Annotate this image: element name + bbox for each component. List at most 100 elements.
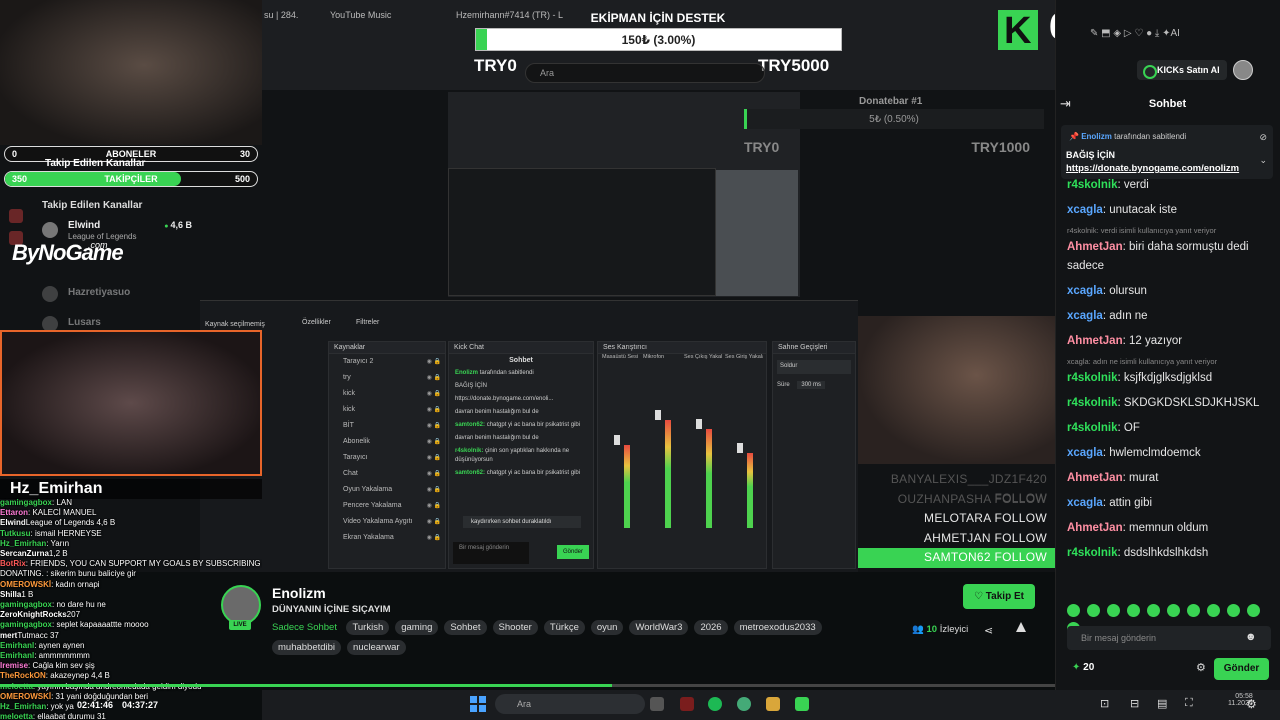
obs-source-item[interactable]: try [329, 370, 445, 386]
spotify-icon[interactable] [708, 697, 722, 711]
emote-icon[interactable] [1087, 604, 1100, 617]
chat-message[interactable]: r4skolnik: OF [1067, 419, 1272, 438]
streamer-name[interactable]: Enolizm [272, 585, 326, 601]
pinned-link[interactable]: https://donate.bynogame.com/enolizm [1066, 163, 1239, 174]
follow-button[interactable]: ♡ Takip Et [963, 584, 1035, 609]
chat-message[interactable]: xcagla: unutacak iste [1067, 201, 1272, 220]
chat-input[interactable]: Bir mesaj gönderin [1067, 626, 1271, 650]
streamer-avatar[interactable] [221, 585, 261, 625]
theater-mode-icon[interactable]: ⊡ [1100, 697, 1109, 710]
obs-mixer-slider[interactable] [737, 443, 743, 453]
obs-source-item[interactable]: Video Yakalama Aygıtı [329, 514, 445, 530]
emote-icon[interactable] [1067, 604, 1080, 617]
obs-chat-send-button[interactable]: Gönder [557, 545, 589, 559]
chat-username[interactable]: xcagla [1067, 310, 1103, 322]
emote-icon[interactable] [1107, 604, 1120, 617]
chat-username[interactable]: r4skolnik [1067, 422, 1118, 434]
emote-icon[interactable] [1187, 604, 1200, 617]
send-button[interactable]: Gönder [1214, 658, 1269, 680]
obs-source-item[interactable]: Pencere Yakalama [329, 498, 445, 514]
stream-tag[interactable]: oyun [590, 620, 624, 636]
chat-username[interactable]: r4skolnik [1067, 179, 1118, 191]
obs-duration-value[interactable]: 300 ms [797, 381, 826, 389]
obs-filters-button[interactable]: Filtreler [356, 319, 379, 326]
profile-icon[interactable]: ● [1146, 28, 1155, 39]
obs-source-item[interactable]: Chat [329, 466, 445, 482]
chat-username[interactable]: xcagla [1067, 285, 1103, 297]
obs-chat-input[interactable]: Bir mesaj gönderin [453, 542, 529, 564]
pip-icon[interactable]: ▤ [1157, 697, 1167, 710]
obs-source-item[interactable]: BİT [329, 418, 445, 434]
taskbar-search-input[interactable]: Ara [495, 694, 645, 714]
emote-icon[interactable] [1207, 604, 1220, 617]
fullscreen-icon[interactable]: ⛶ [1185, 697, 1193, 710]
stream-tag[interactable]: metroexodus2033 [733, 620, 822, 636]
obs-source-item[interactable]: kick [329, 402, 445, 418]
chat-username[interactable]: AhmetJan [1067, 522, 1123, 534]
category-link[interactable]: Sadece Sohbet [272, 622, 337, 633]
pin-icon[interactable]: ✎ [1090, 28, 1101, 39]
chat-message[interactable]: xcagla: adın ne [1067, 307, 1272, 326]
clip-icon[interactable]: ⊟ [1130, 697, 1139, 710]
chat-message[interactable]: r4skolnik: ksjfkdjglksdjgklsd [1067, 369, 1272, 388]
followed-channel-row[interactable]: Elwind League of Legends 4,6 B [42, 220, 192, 242]
extension-icon[interactable]: ⬒ [1101, 28, 1113, 39]
stream-tag[interactable]: muhabbetdibi [272, 640, 342, 656]
chat-message[interactable]: AhmetJan: 12 yazıyor [1067, 332, 1272, 351]
chrome-icon[interactable] [737, 697, 751, 711]
obs-source-item[interactable]: kick [329, 386, 445, 402]
chat-message[interactable]: r4skolnik: verdi [1067, 176, 1272, 195]
emote-icon[interactable] [1167, 604, 1180, 617]
share-icon[interactable]: ⋖ [984, 624, 993, 637]
chat-message[interactable]: xcagla: hwlemclmdoemck [1067, 444, 1272, 463]
obs-transition-select[interactable]: Soldur [777, 360, 851, 374]
chat-points[interactable]: ✦ 20 [1072, 662, 1094, 673]
obs-source-item[interactable]: Abonelik [329, 434, 445, 450]
chat-username[interactable]: AhmetJan [1067, 335, 1123, 347]
obs-mixer-slider[interactable] [614, 435, 620, 445]
stream-tag[interactable]: gaming [395, 620, 439, 636]
chat-username[interactable]: AhmetJan [1067, 241, 1123, 253]
opera-icon[interactable] [680, 697, 694, 711]
emote-icon[interactable] [1127, 604, 1140, 617]
obs-mixer-slider[interactable] [696, 419, 702, 429]
followed-channel-row[interactable]: Hazretiyasuo [42, 284, 192, 306]
emote-icon[interactable] [1147, 604, 1160, 617]
stream-tag[interactable]: 2026 [694, 620, 728, 636]
chat-username[interactable]: AhmetJan [1067, 472, 1123, 484]
chat-username[interactable]: xcagla [1067, 204, 1103, 216]
file-explorer-icon[interactable] [766, 697, 780, 711]
obs-source-item[interactable]: Ekran Yakalama [329, 530, 445, 546]
stream-tag[interactable]: WorldWar3 [629, 620, 689, 636]
chevron-down-icon[interactable]: ⌄ [1259, 155, 1267, 166]
chat-message[interactable]: AhmetJan: memnun oldum [1067, 519, 1272, 538]
chat-message[interactable]: r4skolnik: dsdslhkdslhkdsh [1067, 544, 1272, 563]
report-icon[interactable] [1016, 622, 1026, 632]
stream-tag[interactable]: Shooter [492, 620, 538, 636]
chat-username[interactable]: r4skolnik [1067, 547, 1118, 559]
app-icon[interactable] [795, 697, 809, 711]
obs-source-item[interactable]: Tarayıcı [329, 450, 445, 466]
unpin-icon[interactable]: ⊘ [1259, 132, 1267, 143]
gear-icon[interactable]: ⚙ [1196, 661, 1206, 674]
windows-start-icon[interactable] [470, 696, 486, 712]
emoji-icon[interactable]: ☻ [1245, 631, 1257, 643]
settings-gear-icon[interactable]: ⚙ [1246, 697, 1257, 711]
video-progress-bar[interactable] [0, 684, 1055, 687]
chat-username[interactable]: xcagla [1067, 447, 1103, 459]
stream-tag[interactable]: Turkish [346, 620, 390, 636]
chat-message[interactable]: r4skolnik: SKDGKDSKLSDJKHJSKL [1067, 394, 1272, 413]
obs-source-item[interactable]: Tarayıcı 2 [329, 354, 445, 370]
task-view-icon[interactable] [650, 697, 664, 711]
emote-icon[interactable] [1227, 604, 1240, 617]
obs-mixer-slider[interactable] [655, 410, 661, 420]
ai-icon[interactable]: ✦AI [1162, 28, 1180, 39]
stream-tag[interactable]: nuclearwar [347, 640, 406, 656]
buy-kicks-button[interactable]: KICKs Satın Al [1137, 60, 1227, 80]
chat-message[interactable]: xcagla: attin gibi [1067, 494, 1272, 513]
chat-username[interactable]: r4skolnik [1067, 372, 1118, 384]
play-icon[interactable]: ▷ [1124, 28, 1134, 39]
heart-icon[interactable]: ♡ [1134, 28, 1146, 39]
user-avatar[interactable] [1233, 60, 1253, 80]
emote-icon[interactable] [1247, 604, 1260, 617]
